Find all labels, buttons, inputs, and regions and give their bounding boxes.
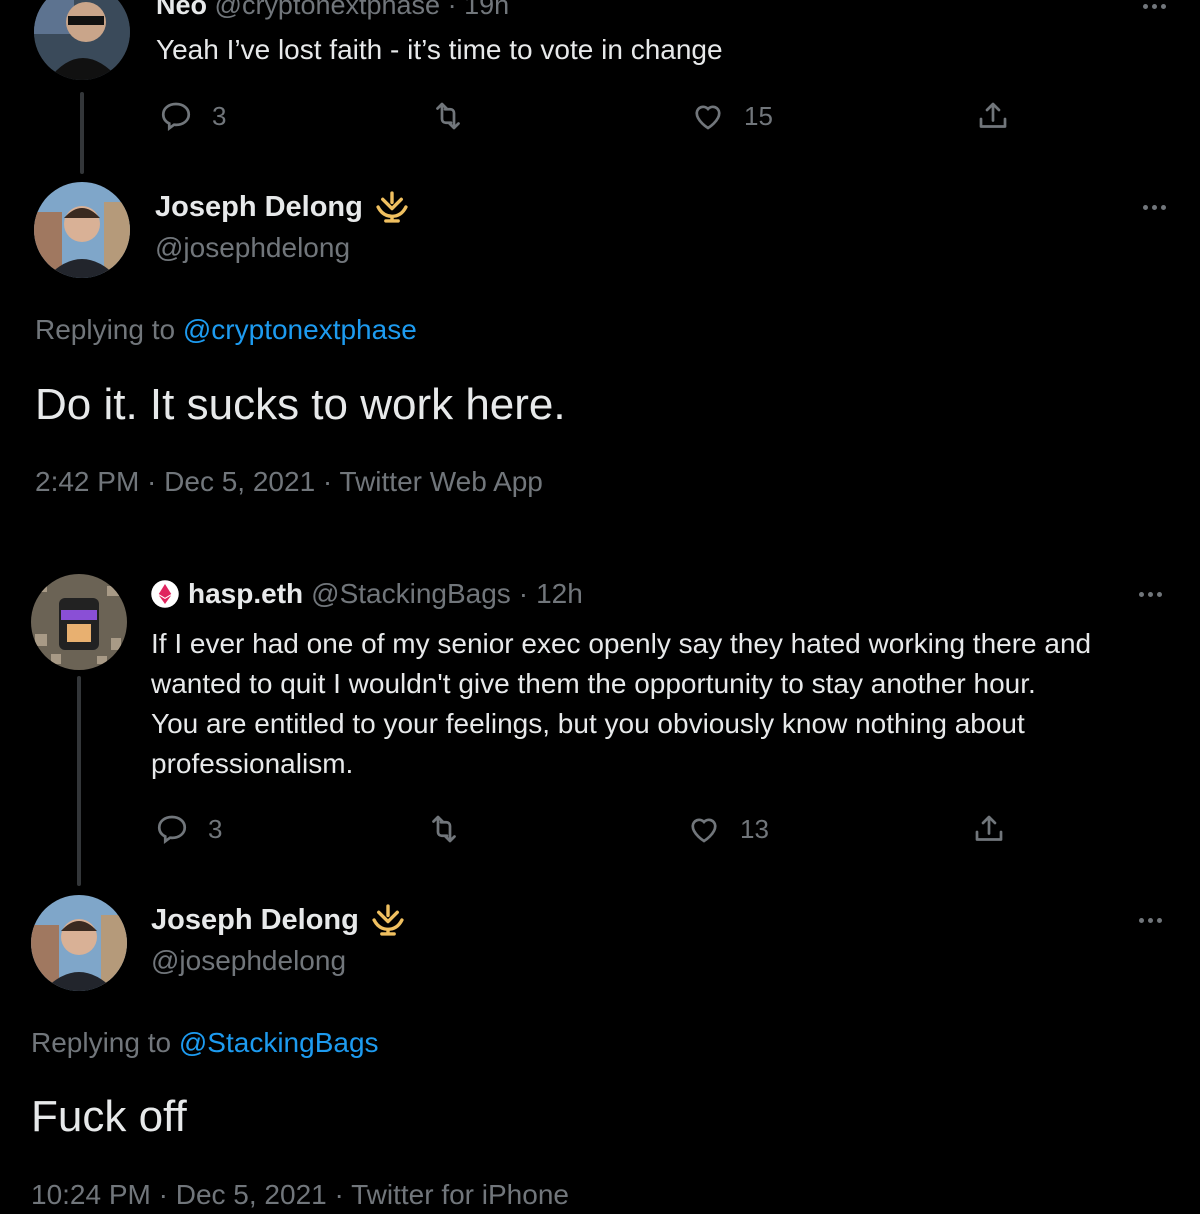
separator: · (447, 0, 457, 20)
timestamp[interactable]: 19h (464, 0, 509, 20)
tweet-text: If I ever had one of my senior exec open… (151, 624, 1091, 784)
crown-badge-icon (376, 191, 408, 223)
reply-button[interactable]: 3 (158, 98, 226, 134)
reply-button[interactable]: 3 (154, 811, 222, 847)
josephdelong-avatar-icon (31, 895, 127, 991)
reply-icon (157, 815, 187, 844)
user-name[interactable]: Joseph Delong (151, 904, 359, 937)
user-name[interactable]: Joseph Delong (155, 191, 363, 224)
retweet-icon (432, 815, 456, 843)
josephdelong-avatar-icon (34, 182, 130, 278)
more-icon[interactable] (1143, 205, 1166, 210)
share-button[interactable] (975, 98, 1011, 134)
avatar[interactable] (34, 0, 130, 80)
avatar[interactable] (31, 574, 127, 670)
tweet-text-line: If I ever had one of my senior exec open… (151, 628, 1092, 659)
thread-line (80, 92, 84, 174)
tweet-text: Yeah I’ve lost faith - it’s time to vote… (156, 34, 723, 65)
timestamp[interactable]: 12h (536, 578, 583, 610)
crown-badge-icon (372, 904, 404, 936)
more-icon[interactable] (1139, 918, 1162, 923)
more-icon[interactable] (1139, 592, 1162, 597)
like-count: 15 (744, 100, 773, 131)
user-name[interactable]: hasp.eth (188, 578, 303, 610)
like-count: 13 (740, 813, 769, 844)
avatar[interactable] (31, 895, 127, 991)
hasp-avatar-icon (31, 574, 127, 670)
tweet-text: Do it. It sucks to work here. (35, 380, 566, 429)
like-button[interactable]: 15 (690, 98, 773, 134)
tweet-text-line: professionalism. (151, 748, 354, 779)
share-button[interactable] (971, 811, 1007, 847)
tweet-text-line: You are entitled to your feelings, but y… (151, 708, 1025, 739)
tweet-meta[interactable]: 10:24 PM · Dec 5, 2021 · Twitter for iPh… (31, 1179, 569, 1211)
share-icon (975, 815, 1003, 841)
user-handle[interactable]: @josephdelong (155, 232, 350, 264)
replying-to-link[interactable]: @cryptonextphase (183, 314, 417, 345)
user-handle[interactable]: @cryptonextphase (215, 0, 441, 20)
tweet-text-line: wanted to quit I wouldn't give them the … (151, 668, 1036, 699)
retweet-button[interactable] (430, 98, 466, 134)
more-icon[interactable] (1143, 4, 1166, 9)
retweet-button[interactable] (426, 811, 462, 847)
user-handle[interactable]: @StackingBags (311, 578, 511, 610)
like-button[interactable]: 13 (686, 811, 769, 847)
tweet-meta[interactable]: 2:42 PM · Dec 5, 2021 · Twitter Web App (35, 466, 543, 498)
replying-to-link[interactable]: @StackingBags (179, 1027, 379, 1058)
heart-icon (691, 818, 717, 843)
heart-icon (695, 105, 721, 130)
reply-count: 3 (208, 813, 223, 844)
user-name[interactable]: Neo (156, 0, 207, 20)
retweet-icon (436, 102, 460, 130)
reply-icon (161, 102, 191, 131)
neo-avatar-icon (34, 0, 130, 80)
replying-label: Replying to (31, 1027, 172, 1058)
avatar[interactable] (34, 182, 130, 278)
share-icon (979, 102, 1007, 128)
replying-label: Replying to (35, 314, 176, 345)
reply-count: 3 (212, 100, 227, 131)
ethereum-badge-icon (151, 580, 179, 608)
thread-line (77, 676, 81, 886)
tweet-text: Fuck off (31, 1092, 187, 1141)
separator: · (518, 578, 529, 609)
user-handle[interactable]: @josephdelong (151, 945, 346, 977)
